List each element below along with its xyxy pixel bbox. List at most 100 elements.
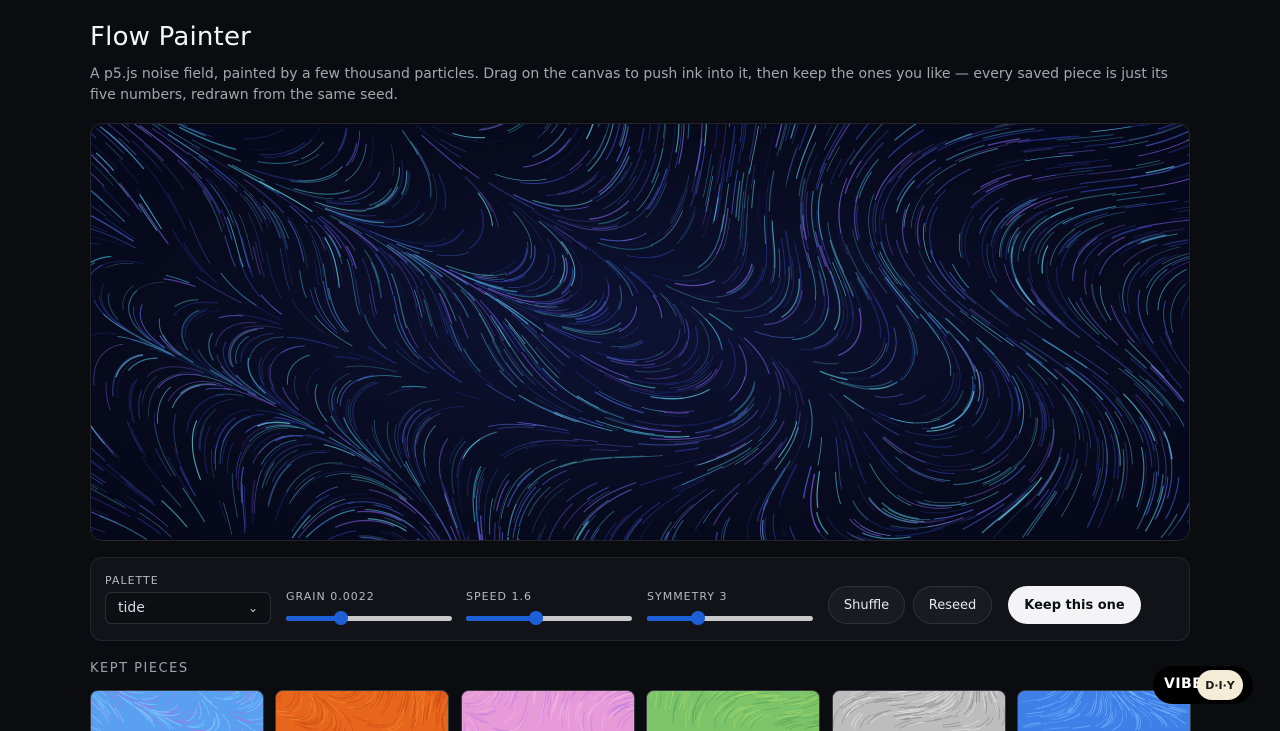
ink-stroke xyxy=(403,131,418,155)
ink-stroke xyxy=(730,377,745,400)
ink-stroke xyxy=(99,433,120,458)
ink-stroke xyxy=(1158,270,1186,310)
thumb-stroke xyxy=(277,713,295,715)
symmetry-slider[interactable] xyxy=(647,610,813,626)
ink-stroke xyxy=(126,146,145,166)
ink-stroke xyxy=(1073,239,1096,275)
ink-stroke xyxy=(567,483,597,502)
ink-stroke xyxy=(425,279,448,334)
ink-stroke xyxy=(427,521,456,540)
ink-stroke xyxy=(1043,340,1087,368)
ink-stroke xyxy=(764,216,765,244)
thumb-stroke xyxy=(573,691,580,695)
ink-stroke xyxy=(227,442,233,473)
ink-stroke xyxy=(990,324,1017,342)
ink-stroke xyxy=(92,333,116,336)
thumb-stroke xyxy=(524,694,528,712)
ink-stroke xyxy=(1027,205,1058,223)
ink-stroke xyxy=(830,159,842,185)
vibe-badge[interactable]: VIBE D·I·Y xyxy=(1153,666,1253,704)
ink-stroke xyxy=(554,226,587,249)
ink-stroke xyxy=(507,538,508,540)
ink-stroke xyxy=(997,299,1019,317)
ink-stroke xyxy=(132,428,145,453)
ink-stroke xyxy=(782,239,785,275)
ink-stroke xyxy=(808,253,816,300)
ink-stroke xyxy=(640,472,682,485)
ink-stroke xyxy=(172,386,199,408)
thumb-stroke xyxy=(395,691,396,698)
ink-stroke xyxy=(174,415,178,454)
kept-piece-thumbnail[interactable] xyxy=(461,690,635,731)
thumb-stroke xyxy=(833,710,838,727)
slider-thumb[interactable] xyxy=(334,611,348,625)
ink-stroke xyxy=(1137,499,1149,528)
ink-stroke xyxy=(538,525,546,540)
ink-stroke xyxy=(501,442,542,457)
ink-stroke xyxy=(744,294,786,317)
ink-stroke xyxy=(452,498,467,540)
thumb-stroke xyxy=(433,691,435,693)
ink-stroke xyxy=(925,500,961,503)
ink-stroke xyxy=(764,271,786,311)
ink-stroke xyxy=(229,328,264,365)
thumb-stroke xyxy=(403,691,407,692)
ink-stroke xyxy=(156,448,172,476)
grain-slider[interactable] xyxy=(286,610,452,626)
ink-stroke xyxy=(91,202,92,216)
ink-stroke xyxy=(369,136,373,167)
ink-stroke xyxy=(926,267,946,292)
ink-stroke xyxy=(1097,346,1132,373)
kept-piece-thumbnail[interactable] xyxy=(90,690,264,731)
ink-stroke xyxy=(1088,169,1132,174)
thumb-stroke xyxy=(418,691,420,695)
kept-piece-thumbnail[interactable] xyxy=(646,690,820,731)
thumb-stroke xyxy=(246,703,261,713)
ink-stroke xyxy=(320,439,360,457)
keep-button[interactable]: Keep this one xyxy=(1008,586,1141,624)
kept-piece-thumbnail[interactable] xyxy=(832,690,1006,731)
ink-stroke xyxy=(209,333,213,360)
ink-stroke xyxy=(714,197,718,221)
ink-stroke xyxy=(106,143,123,160)
ink-stroke xyxy=(884,437,925,462)
flow-field-drawing[interactable] xyxy=(91,124,1189,540)
speed-slider[interactable] xyxy=(466,610,632,626)
thumb-stroke xyxy=(568,712,570,730)
reseed-button[interactable]: Reseed xyxy=(913,586,992,624)
ink-stroke xyxy=(996,159,1027,166)
slider-thumb[interactable] xyxy=(691,611,705,625)
ink-stroke xyxy=(993,221,1005,277)
ink-stroke xyxy=(1087,412,1098,470)
thumb-stroke xyxy=(548,700,551,718)
ink-stroke xyxy=(991,485,1031,518)
shuffle-button[interactable]: Shuffle xyxy=(828,586,905,624)
ink-stroke xyxy=(513,203,537,224)
ink-stroke xyxy=(1146,132,1188,146)
ink-stroke xyxy=(1142,337,1170,371)
ink-stroke xyxy=(717,443,746,457)
thumb-stroke xyxy=(975,717,989,727)
ink-stroke xyxy=(587,124,596,139)
ink-stroke xyxy=(158,387,171,423)
ink-stroke xyxy=(96,261,142,269)
ink-stroke xyxy=(960,311,1002,342)
thumb-stroke xyxy=(147,692,163,700)
palette-select[interactable]: tide ⌄ xyxy=(105,592,271,624)
ink-stroke xyxy=(869,194,875,249)
thumb-stroke xyxy=(591,713,593,731)
thumb-stroke xyxy=(276,705,278,710)
ink-stroke xyxy=(1063,395,1079,440)
ink-stroke xyxy=(536,398,579,419)
thumb-stroke xyxy=(354,716,371,722)
ink-stroke xyxy=(814,362,838,364)
ink-stroke xyxy=(1080,298,1117,345)
kept-piece-thumbnail[interactable] xyxy=(275,690,449,731)
ink-stroke xyxy=(1109,141,1148,148)
ink-stroke xyxy=(791,124,800,138)
ink-stroke xyxy=(215,418,235,463)
ink-stroke xyxy=(1032,417,1036,440)
paint-canvas[interactable] xyxy=(90,123,1190,541)
thumb-stroke xyxy=(414,691,415,699)
slider-thumb[interactable] xyxy=(529,611,543,625)
